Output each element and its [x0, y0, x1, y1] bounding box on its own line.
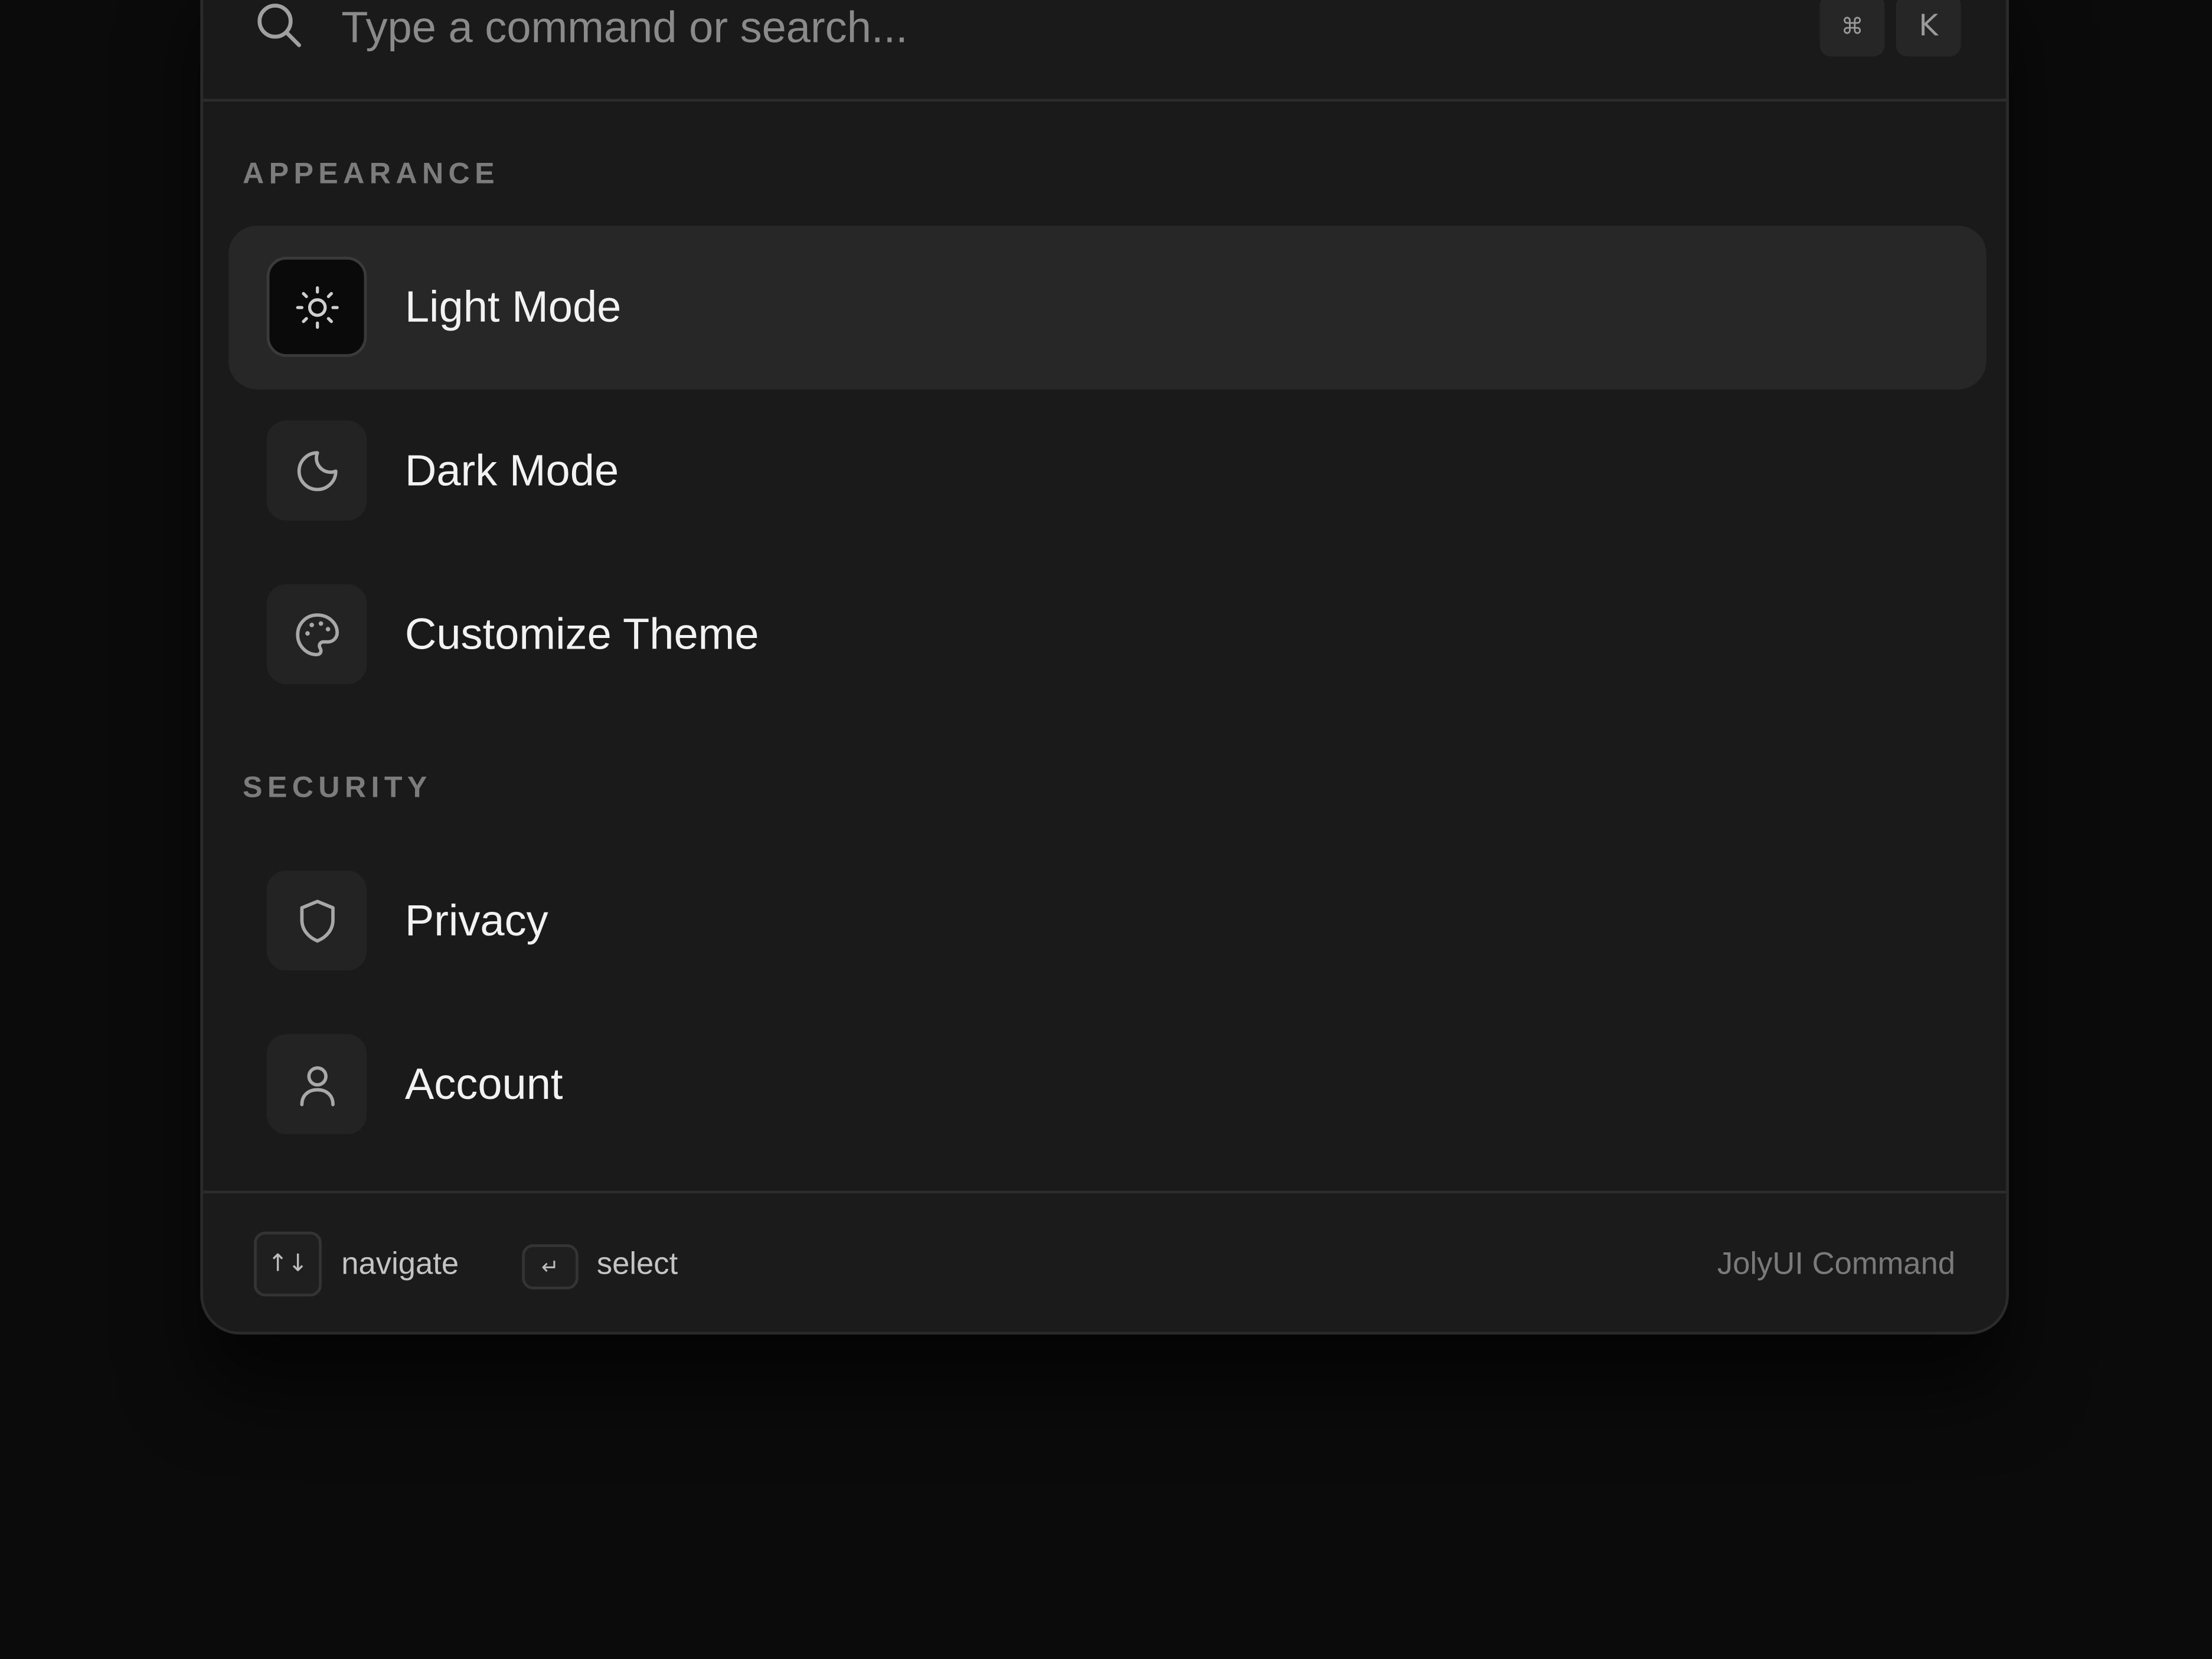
- sun-icon: [295, 285, 338, 328]
- item-icon-box: [266, 1034, 367, 1134]
- enter-key-hint: ↵: [522, 1244, 579, 1290]
- search-input[interactable]: [341, 0, 1612, 68]
- command-item-light-mode[interactable]: Light Mode: [228, 225, 1986, 390]
- brand-label: JolyUI Command: [1717, 1245, 1956, 1281]
- item-icon-box: [266, 257, 367, 357]
- item-label: Light Mode: [404, 282, 622, 332]
- command-item-dark-mode[interactable]: Dark Mode: [228, 390, 1986, 553]
- shortcut-cmd-key: ⌘: [1819, 0, 1885, 57]
- user-icon: [299, 1065, 334, 1106]
- palette-icon: [295, 613, 338, 656]
- command-palette: ⌘ K APPEARANCE Light Mode: [200, 0, 2009, 1335]
- search-icon: [254, 0, 305, 51]
- shortcut-k-key: K: [1896, 0, 1961, 57]
- command-item-customize-theme[interactable]: Customize Theme: [228, 553, 1986, 716]
- command-item-privacy[interactable]: Privacy: [228, 839, 1986, 1003]
- item-label: Account: [404, 1059, 563, 1109]
- item-icon-box: [266, 870, 367, 971]
- select-label: select: [596, 1245, 678, 1281]
- command-item-account[interactable]: Account: [228, 1003, 1986, 1167]
- item-icon-box: [266, 584, 367, 685]
- item-label: Customize Theme: [404, 609, 759, 659]
- search-bar: ⌘ K: [203, 0, 2007, 102]
- item-label: Privacy: [404, 895, 548, 945]
- navigate-key-hint: ↑↓: [254, 1231, 322, 1297]
- group-heading-appearance: APPEARANCE: [243, 158, 500, 191]
- shield-icon: [299, 899, 334, 943]
- palette-footer: ↑↓ navigate ↵ select JolyUI Command: [203, 1190, 2007, 1332]
- stage: ⌘ K APPEARANCE Light Mode: [0, 0, 2212, 1659]
- moon-icon: [296, 450, 337, 491]
- navigate-label: navigate: [341, 1245, 459, 1281]
- item-icon-box: [266, 420, 367, 521]
- group-heading-security: SECURITY: [243, 771, 432, 804]
- item-label: Dark Mode: [404, 446, 619, 495]
